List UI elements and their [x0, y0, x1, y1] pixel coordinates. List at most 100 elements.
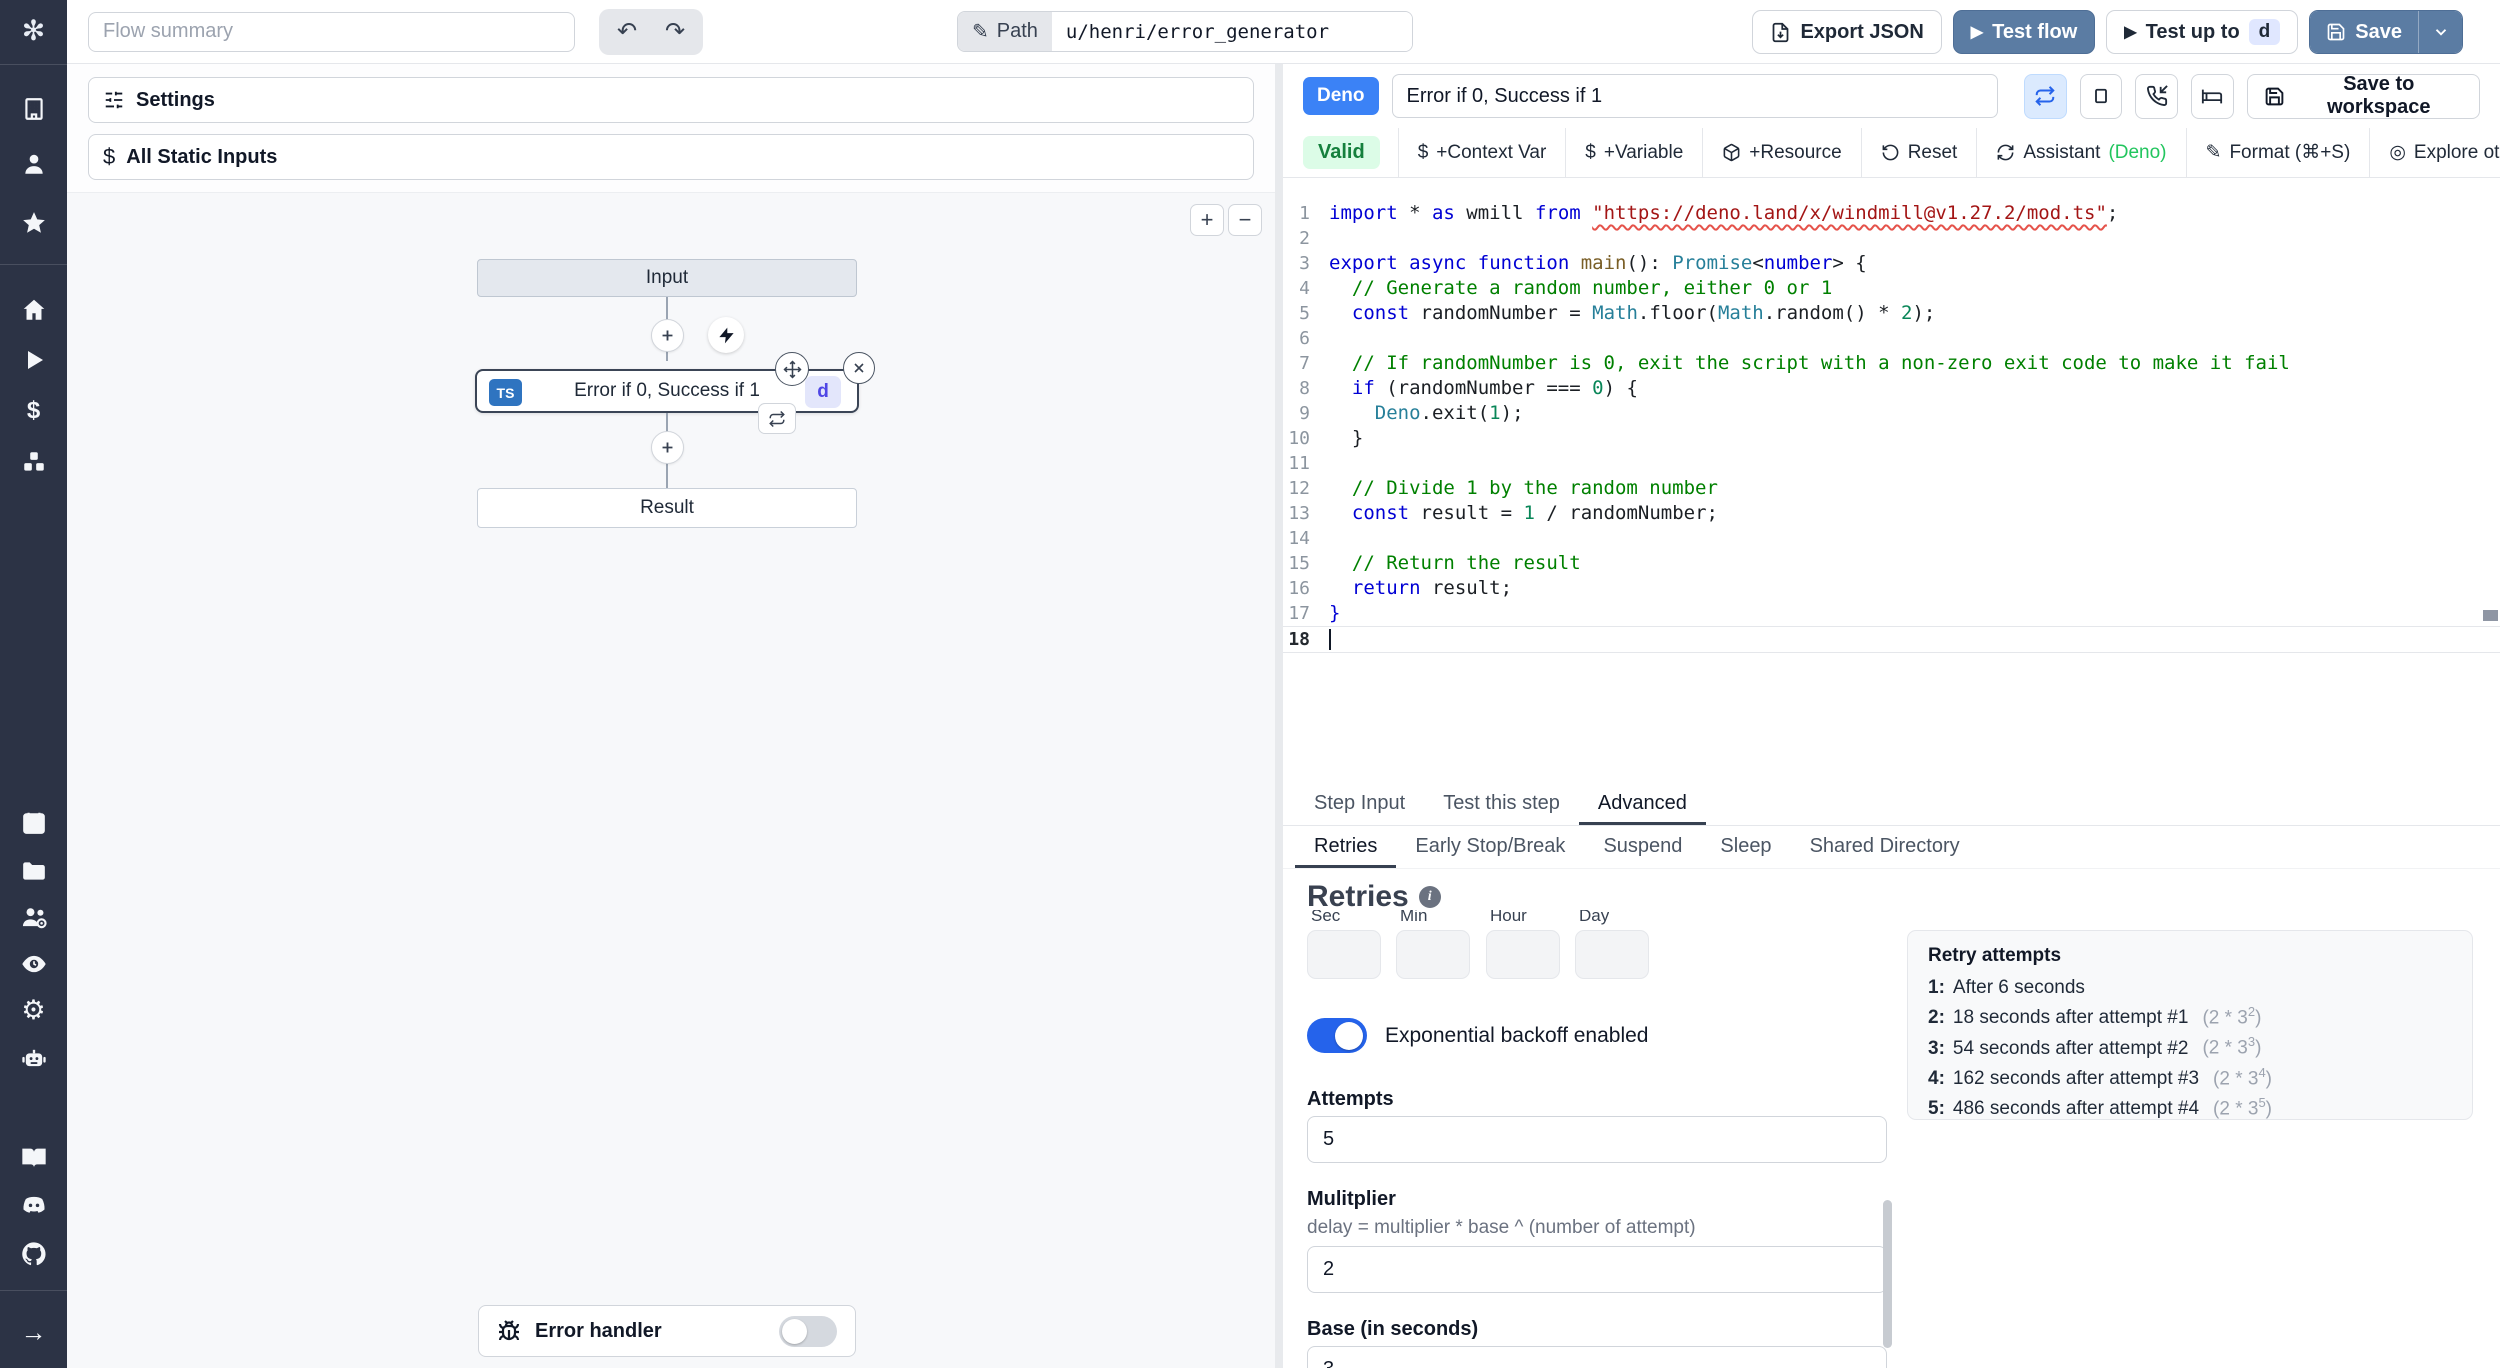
base-input[interactable]: [1307, 1346, 1887, 1368]
folders-icon[interactable]: [19, 856, 49, 886]
test-up-to-step-badge: d: [2248, 19, 2281, 45]
code-line[interactable]: 1 import * as wmill from "https://deno.la…: [1283, 201, 2500, 226]
hour-input[interactable]: [1486, 930, 1560, 979]
path-label: Path: [996, 20, 1038, 42]
user-icon[interactable]: [19, 149, 49, 179]
tab-test-this-step[interactable]: Test this step: [1424, 784, 1579, 825]
path-chip[interactable]: ✎ Path: [958, 12, 1052, 51]
undo-button[interactable]: ↶: [605, 13, 649, 51]
schedules-calendar-icon[interactable]: [19, 808, 49, 838]
code-line[interactable]: 15 // Return the result: [1283, 551, 2500, 576]
panel-splitter[interactable]: [1275, 64, 1283, 1368]
code-line[interactable]: 14: [1283, 526, 2500, 551]
code-line[interactable]: 13 const result = 1 / randomNumber;: [1283, 501, 2500, 526]
zoom-in-button[interactable]: +: [1190, 204, 1224, 236]
tab-step-input[interactable]: Step Input: [1295, 784, 1424, 825]
scrollbar-marker[interactable]: [2483, 610, 2498, 621]
code-line[interactable]: 7 // If randomNumber is 0, exit the scri…: [1283, 351, 2500, 376]
code-text: [1329, 627, 1331, 652]
resources-cubes-icon[interactable]: [19, 447, 49, 477]
flow-settings-button[interactable]: Settings: [88, 77, 1254, 123]
save-dropdown-caret[interactable]: [2418, 11, 2462, 53]
home-icon[interactable]: [19, 295, 49, 325]
sec-input[interactable]: [1307, 930, 1381, 979]
phone-incoming-icon: [2146, 85, 2168, 106]
expand-arrow-icon[interactable]: →: [19, 1317, 49, 1347]
flow-summary-input[interactable]: [88, 11, 575, 52]
add-context-var-button[interactable]: $ +Context Var: [1397, 128, 1566, 177]
groups-users-icon[interactable]: [19, 903, 49, 933]
reset-button[interactable]: Reset: [1860, 128, 1977, 177]
docs-book-icon[interactable]: [19, 1143, 49, 1173]
code-line[interactable]: 17}: [1283, 601, 2500, 626]
export-json-button[interactable]: Export JSON: [1752, 10, 1942, 54]
format-button[interactable]: ✎ Format (⌘+S): [2185, 128, 2370, 177]
tab-suspend[interactable]: Suspend: [1584, 827, 1701, 868]
all-static-inputs-button[interactable]: $ All Static Inputs: [88, 134, 1254, 180]
code-line[interactable]: 9 Deno.exit(1);: [1283, 401, 2500, 426]
refresh-icon: [1996, 143, 2015, 162]
workspace-building-icon[interactable]: [19, 94, 49, 124]
code-editor[interactable]: 1 import * as wmill from "https://deno.la…: [1283, 178, 2500, 784]
add-resource-button[interactable]: +Resource: [1702, 128, 1860, 177]
retries-indicator-button[interactable]: [2023, 73, 2067, 119]
runs-play-icon[interactable]: [19, 345, 49, 375]
github-icon[interactable]: [19, 1239, 49, 1269]
test-flow-button[interactable]: ▶ Test flow: [1952, 10, 2096, 54]
code-line[interactable]: 6: [1283, 326, 2500, 351]
code-line[interactable]: 3 export async function main(): Promise<n…: [1283, 251, 2500, 276]
tab-advanced[interactable]: Advanced: [1578, 784, 1706, 825]
save-to-workspace-button[interactable]: Save to workspace: [2246, 73, 2481, 119]
error-handler-toggle[interactable]: [779, 1315, 837, 1347]
code-line[interactable]: 2: [1283, 226, 2500, 251]
test-up-to-label: Test up to: [2145, 20, 2240, 43]
vertical-scrollbar[interactable]: [1883, 1200, 1892, 1348]
step-name-input[interactable]: [1391, 74, 1998, 118]
move-step-handle[interactable]: [775, 352, 809, 386]
favorites-star-icon[interactable]: [19, 208, 49, 238]
delete-step-button[interactable]: [843, 352, 875, 384]
zoom-out-button[interactable]: −: [1228, 204, 1262, 236]
audit-eye-icon[interactable]: [19, 949, 49, 979]
flow-node-input[interactable]: Input: [477, 259, 857, 297]
exponential-backoff-toggle[interactable]: [1307, 1018, 1367, 1053]
test-up-to-button[interactable]: ▶ Test up to d: [2106, 10, 2299, 54]
multiplier-input[interactable]: [1307, 1246, 1887, 1293]
flow-canvas[interactable]: + − Input TS Error if 0, Success if 1 d: [67, 192, 1275, 1368]
discord-icon[interactable]: [19, 1191, 49, 1221]
min-input[interactable]: [1396, 930, 1470, 979]
redo-button[interactable]: ↷: [653, 13, 697, 51]
code-line[interactable]: 8 if (randomNumber === 0) {: [1283, 376, 2500, 401]
tab-sleep[interactable]: Sleep: [1701, 827, 1790, 868]
trigger-bolt-button[interactable]: [708, 317, 744, 353]
code-line[interactable]: 5 const randomNumber = Math.floor(Math.r…: [1283, 301, 2500, 326]
tab-shared-directory[interactable]: Shared Directory: [1791, 827, 1979, 868]
code-line[interactable]: 18: [1283, 626, 2500, 653]
suspend-button[interactable]: [2135, 73, 2178, 119]
code-line[interactable]: 4 // Generate a random number, either 0 …: [1283, 276, 2500, 301]
path-input[interactable]: [1051, 12, 1412, 51]
code-line[interactable]: 10 }: [1283, 426, 2500, 451]
explore-scripts-button[interactable]: ◎ Explore other s: [2369, 128, 2500, 177]
add-step-button-bottom[interactable]: [651, 431, 684, 464]
tab-retries[interactable]: Retries: [1295, 827, 1397, 868]
day-input[interactable]: [1575, 930, 1649, 979]
step-retry-indicator[interactable]: [758, 403, 796, 434]
code-line[interactable]: 16 return result;: [1283, 576, 2500, 601]
info-icon[interactable]: i: [1418, 886, 1441, 908]
settings-gear-icon[interactable]: ⚙: [19, 995, 49, 1025]
variables-dollar-icon[interactable]: $: [19, 396, 49, 426]
workers-robot-icon[interactable]: [19, 1043, 49, 1073]
assistant-button[interactable]: Assistant (Deno): [1976, 128, 2185, 177]
code-line[interactable]: 12 // Divide 1 by the random number: [1283, 476, 2500, 501]
code-line[interactable]: 11: [1283, 451, 2500, 476]
add-variable-button[interactable]: $ +Variable: [1565, 128, 1702, 177]
tab-early-stop-break[interactable]: Early Stop/Break: [1396, 827, 1584, 868]
windmill-logo-icon[interactable]: ✻: [19, 16, 49, 46]
attempts-input[interactable]: [1307, 1116, 1887, 1163]
early-stop-button[interactable]: [2079, 73, 2123, 119]
sleep-button[interactable]: [2190, 73, 2234, 119]
save-button[interactable]: Save: [2310, 11, 2418, 53]
add-step-button-top[interactable]: [651, 319, 684, 352]
flow-node-result[interactable]: Result: [477, 488, 857, 528]
